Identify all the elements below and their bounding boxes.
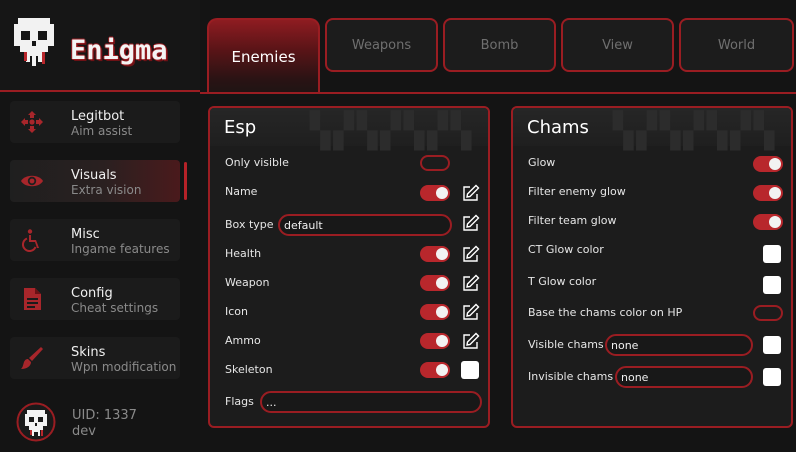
glow-label: Glow: [528, 156, 556, 169]
skeleton-color-swatch[interactable]: [461, 361, 479, 379]
tab-label: World: [717, 37, 756, 53]
invisible-chams-select[interactable]: none: [615, 366, 753, 388]
esp-panel: ▚▞▚▞▚▞▚ Esp Only visible Name Box type d…: [208, 106, 490, 428]
avatar[interactable]: [16, 402, 56, 442]
sidebar-item-config[interactable]: Config Cheat settings: [10, 278, 180, 320]
sidebar-item-subtitle: Cheat settings: [71, 301, 159, 315]
header-divider-right: [320, 92, 796, 94]
ct-glow-color-label: CT Glow color: [528, 243, 604, 256]
user-uid: UID: 1337: [72, 408, 137, 423]
t-glow-color-swatch[interactable]: [763, 276, 781, 294]
edit-icon[interactable]: [462, 332, 480, 350]
visible-chams-label: Visible chams: [528, 338, 604, 351]
wheelchair-icon: [22, 229, 39, 252]
skull-logo-icon: [14, 18, 54, 66]
flags-select[interactable]: ...: [260, 391, 482, 413]
edit-icon[interactable]: [462, 184, 480, 202]
sidebar-item-title: Skins: [71, 345, 106, 360]
tab-label: Bomb: [480, 37, 519, 53]
header-pattern: ▚▞▚▞▚▞▚: [310, 111, 475, 151]
sidebar-item-subtitle: Extra vision: [71, 183, 142, 197]
tab-bomb[interactable]: Bomb: [443, 18, 556, 72]
edit-icon[interactable]: [462, 303, 480, 321]
ammo-toggle[interactable]: [420, 333, 450, 349]
app-title: Enigma: [70, 35, 168, 66]
flags-label: Flags: [225, 395, 254, 408]
name-label: Name: [225, 185, 258, 198]
eye-icon: [21, 175, 43, 187]
only-visible-label: Only visible: [225, 156, 289, 169]
icon-label: Icon: [225, 305, 248, 318]
sidebar-item-title: Visuals: [71, 168, 117, 183]
invisible-chams-color-swatch[interactable]: [763, 368, 781, 386]
panel-title: Esp: [224, 117, 257, 138]
sidebar-item-title: Misc: [71, 227, 100, 242]
sidebar-item-title: Legitbot: [71, 109, 125, 124]
icon-toggle[interactable]: [420, 304, 450, 320]
box-type-label: Box type: [225, 218, 274, 231]
skeleton-label: Skeleton: [225, 363, 273, 376]
base-on-hp-toggle[interactable]: [753, 305, 783, 321]
tab-weapons[interactable]: Weapons: [325, 18, 438, 72]
health-toggle[interactable]: [420, 246, 450, 262]
edit-icon[interactable]: [462, 274, 480, 292]
base-on-hp-label: Base the chams color on HP: [528, 306, 683, 319]
filter-team-glow-toggle[interactable]: [753, 214, 783, 230]
visible-chams-color-swatch[interactable]: [763, 336, 781, 354]
crosshair-icon: [21, 111, 43, 133]
box-type-select[interactable]: default: [278, 214, 452, 236]
tab-view[interactable]: View: [561, 18, 674, 72]
health-label: Health: [225, 247, 262, 260]
edit-icon[interactable]: [462, 245, 480, 263]
skeleton-toggle[interactable]: [420, 362, 450, 378]
t-glow-color-label: T Glow color: [528, 275, 597, 288]
edit-icon[interactable]: [462, 214, 480, 232]
sidebar-item-subtitle: Wpn modification: [71, 360, 177, 374]
sidebar-item-title: Config: [71, 286, 113, 301]
sidebar-item-skins[interactable]: Skins Wpn modification: [10, 337, 180, 379]
tab-label: Enemies: [231, 48, 296, 66]
active-indicator: [184, 162, 187, 200]
invisible-chams-label: Invisible chams: [528, 370, 614, 383]
only-visible-toggle[interactable]: [420, 155, 450, 171]
logo-area: Enigma: [0, 0, 200, 92]
tab-label: Weapons: [351, 37, 412, 53]
sidebar-item-subtitle: Ingame features: [71, 242, 170, 256]
weapon-toggle[interactable]: [420, 275, 450, 291]
panel-title: Chams: [527, 117, 589, 138]
chams-panel: ▚▞▚▞▚▞▚ Chams Glow Filter enemy glow Fil…: [511, 106, 793, 428]
header-pattern: ▚▞▚▞▚▞▚: [613, 111, 778, 151]
tab-world[interactable]: World: [679, 18, 794, 72]
document-icon: [24, 288, 41, 310]
sidebar-item-legitbot[interactable]: Legitbot Aim assist: [10, 101, 180, 143]
ammo-label: Ammo: [225, 334, 261, 347]
ct-glow-color-swatch[interactable]: [763, 245, 781, 263]
sidebar-item-subtitle: Aim assist: [71, 124, 133, 138]
tab-enemies[interactable]: Enemies: [207, 18, 320, 94]
filter-enemy-glow-label: Filter enemy glow: [528, 185, 626, 198]
name-toggle[interactable]: [420, 185, 450, 201]
sidebar-item-misc[interactable]: Misc Ingame features: [10, 219, 180, 261]
glow-toggle[interactable]: [753, 156, 783, 172]
tab-label: View: [602, 37, 633, 53]
user-name: dev: [72, 424, 96, 439]
visible-chams-select[interactable]: none: [605, 334, 753, 356]
filter-team-glow-label: Filter team glow: [528, 214, 617, 227]
paintbrush-icon: [21, 347, 43, 369]
filter-enemy-glow-toggle[interactable]: [753, 185, 783, 201]
weapon-label: Weapon: [225, 276, 270, 289]
sidebar-item-visuals[interactable]: Visuals Extra vision: [10, 160, 180, 202]
